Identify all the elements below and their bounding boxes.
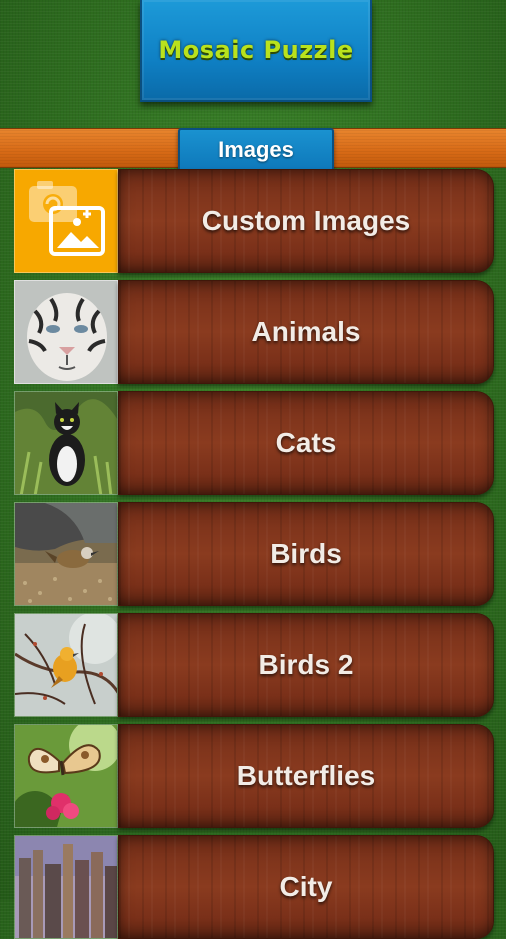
category-row-birds-2[interactable]: Birds 2 <box>14 613 494 717</box>
category-row-birds[interactable]: Birds <box>14 502 494 606</box>
app-title-banner: Mosaic Puzzle <box>140 0 372 102</box>
category-button[interactable]: Birds <box>118 502 494 606</box>
add-image-icon <box>14 169 118 273</box>
category-button[interactable]: City <box>118 835 494 939</box>
section-header: Images <box>178 128 334 172</box>
category-button[interactable]: Butterflies <box>118 724 494 828</box>
category-button[interactable]: Birds 2 <box>118 613 494 717</box>
category-label: Animals <box>251 316 361 347</box>
category-label: Birds 2 <box>258 649 354 680</box>
category-label: City <box>279 871 333 902</box>
app-title: Mosaic Puzzle <box>158 36 354 64</box>
yellow-bird-on-branch-photo <box>14 613 118 717</box>
category-row-cats[interactable]: Cats <box>14 391 494 495</box>
category-label: Birds <box>270 538 342 569</box>
category-row-custom-images[interactable]: Custom Images <box>14 169 494 273</box>
section-title: Images <box>218 137 294 162</box>
category-row-animals[interactable]: Animals <box>14 280 494 384</box>
black-white-cat-photo <box>14 391 118 495</box>
white-tiger-photo <box>14 280 118 384</box>
category-button[interactable]: Animals <box>118 280 494 384</box>
bird-on-ground-photo <box>14 502 118 606</box>
category-label: Cats <box>275 427 337 458</box>
category-button[interactable]: Custom Images <box>118 169 494 273</box>
category-row-butterflies[interactable]: Butterflies <box>14 724 494 828</box>
butterfly-on-flower-photo <box>14 724 118 828</box>
category-button[interactable]: Cats <box>118 391 494 495</box>
city-skyline-photo <box>14 835 118 939</box>
category-row-city[interactable]: City <box>14 835 494 939</box>
category-label: Butterflies <box>236 760 376 791</box>
category-label: Custom Images <box>201 205 411 236</box>
